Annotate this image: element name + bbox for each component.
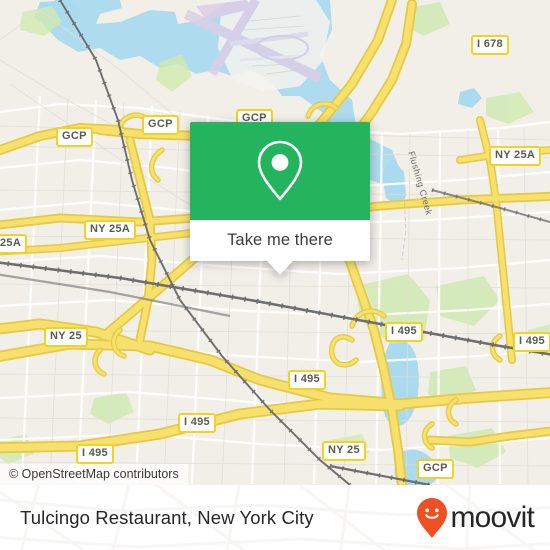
take-me-there-label: Take me there	[227, 231, 333, 249]
map-canvas[interactable]: GCP GCP GCP I 678 NY 25A NY 25A 25A NY 25 I 495 I…	[0, 0, 550, 485]
highway-shield: GCP	[417, 459, 454, 479]
osm-attribution[interactable]: © OpenStreetMap contributors	[0, 464, 188, 485]
place-title: Tulcingo Restaurant, New York City	[20, 506, 314, 528]
highway-shield: I 495	[76, 444, 114, 464]
highway-shield: NY 25A	[84, 220, 137, 240]
highway-shield: I 495	[513, 332, 550, 352]
take-me-there-button[interactable]: Take me there	[190, 220, 370, 275]
highway-shield: NY 25	[322, 441, 366, 461]
place-popup-card[interactable]: Take me there	[190, 122, 370, 275]
highway-shield: GCP	[56, 127, 93, 147]
footer-bar: Tulcingo Restaurant, New York City moovi…	[0, 485, 550, 550]
highway-shield: I 678	[471, 35, 509, 55]
moovit-logo[interactable]: moovit	[416, 497, 535, 539]
map-pin-icon	[257, 140, 303, 201]
moovit-smiley-pin-icon	[417, 497, 448, 538]
highway-shield: NY 25A	[489, 146, 542, 166]
highway-shield: NY 25	[44, 327, 88, 347]
highway-shield: 25A	[0, 234, 28, 254]
highway-shield: I 495	[178, 413, 216, 433]
highway-shield: I 495	[385, 322, 423, 342]
popup-image-placeholder	[190, 122, 370, 220]
moovit-wordmark: moovit	[450, 500, 534, 534]
highway-shield: I 495	[288, 370, 326, 390]
highway-shield: GCP	[142, 115, 179, 135]
popup-pointer-tail	[267, 261, 293, 275]
